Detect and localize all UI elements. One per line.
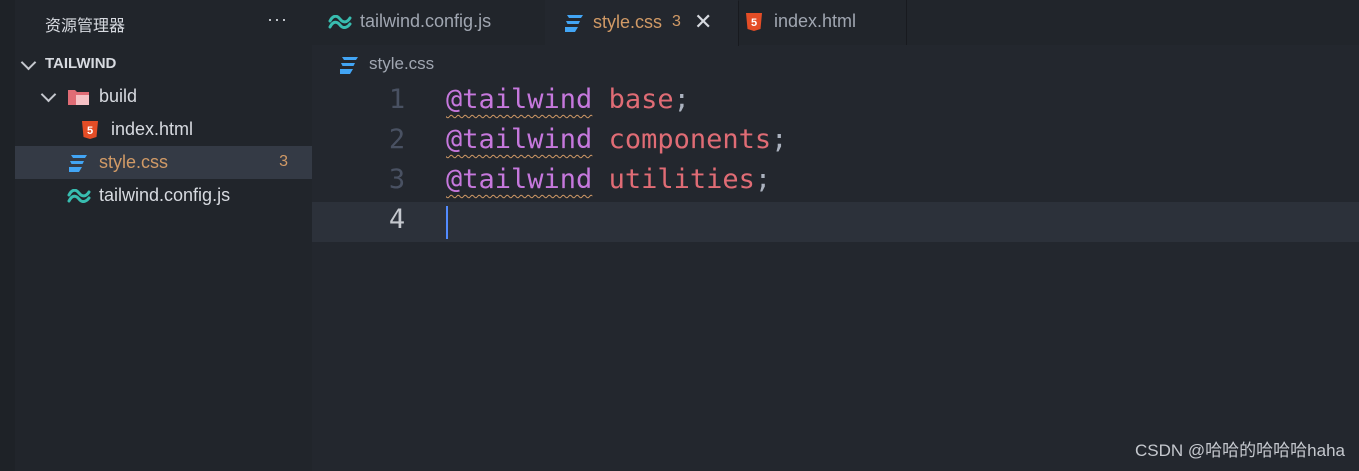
line-number: 4 [388,204,406,235]
html-icon: 5 [82,121,98,139]
more-actions-button[interactable]: ··· [267,9,288,30]
at-rule: @tailwind [446,84,593,115]
code-line[interactable]: 1 @tailwind base; [312,82,1359,122]
chevron-down-icon [20,54,37,71]
tab-label: index.html [774,11,857,31]
svg-text:5: 5 [87,125,93,137]
tab-tailwind-config[interactable]: tailwind.config.js [312,0,546,45]
workspace-section-header[interactable]: TAILWIND [15,48,312,80]
tree-item-style-css[interactable]: style.css 3 [15,146,312,179]
tree-item-tailwind-config[interactable]: tailwind.config.js [15,179,312,212]
folder-open-icon [68,90,89,105]
workspace-name: TAILWIND [45,55,117,72]
at-rule: @tailwind [446,124,593,155]
line-number: 3 [388,164,406,195]
css-icon [69,155,87,172]
tree-item-label: build [99,86,138,106]
code-line-current[interactable]: 4 [312,202,1359,242]
tab-label: style.css [593,12,663,32]
svg-text:5: 5 [751,17,757,29]
tree-item-index-html[interactable]: 5 index.html [15,113,312,146]
chevron-down-icon [40,86,57,103]
tab-problem-count: 3 [672,13,681,30]
tree-item-label: index.html [111,119,194,139]
code-line[interactable]: 2 @tailwind components; [312,122,1359,162]
editor-tab-bar: tailwind.config.js style.css 3 ✕ 5 index… [312,0,1359,46]
problem-count-badge: 3 [279,153,288,170]
tailwind-icon [328,15,352,29]
semicolon: ; [673,84,690,115]
tree-item-build-folder[interactable]: build [15,80,312,113]
activity-bar-edge [0,0,15,471]
watermark: CSDN @哈哈的哈哈哈haha [1135,441,1345,460]
line-number: 2 [388,124,406,155]
line-number: 1 [388,84,406,115]
code-editor[interactable]: 1 @tailwind base; 2 @tailwind components… [312,82,1359,471]
tailwind-icon [67,189,91,203]
semicolon: ; [754,164,772,195]
html-icon: 5 [746,13,762,31]
css-icon [565,15,583,32]
at-rule: @tailwind [446,164,593,195]
tab-label: tailwind.config.js [360,11,492,31]
code-line[interactable]: 3 @tailwind utilities; [312,162,1359,202]
tree-item-label: tailwind.config.js [99,185,231,205]
close-icon[interactable]: ✕ [694,9,712,35]
css-icon [340,57,358,74]
explorer-title: 资源管理器 [45,18,126,35]
text-cursor [446,206,448,239]
semicolon: ; [771,124,788,155]
directive-value: components [608,124,772,155]
tree-item-label: style.css [99,152,169,172]
explorer-header: 资源管理器 ··· [15,0,312,45]
tab-index-html[interactable]: 5 index.html [738,0,907,45]
explorer-sidebar: 资源管理器 ··· TAILWIND build 5 index.html st… [15,0,312,471]
directive-value: base [608,84,674,115]
breadcrumb-file: style.css [369,54,435,73]
directive-value: utilities [608,164,755,195]
tab-style-css[interactable]: style.css 3 ✕ [545,0,739,46]
